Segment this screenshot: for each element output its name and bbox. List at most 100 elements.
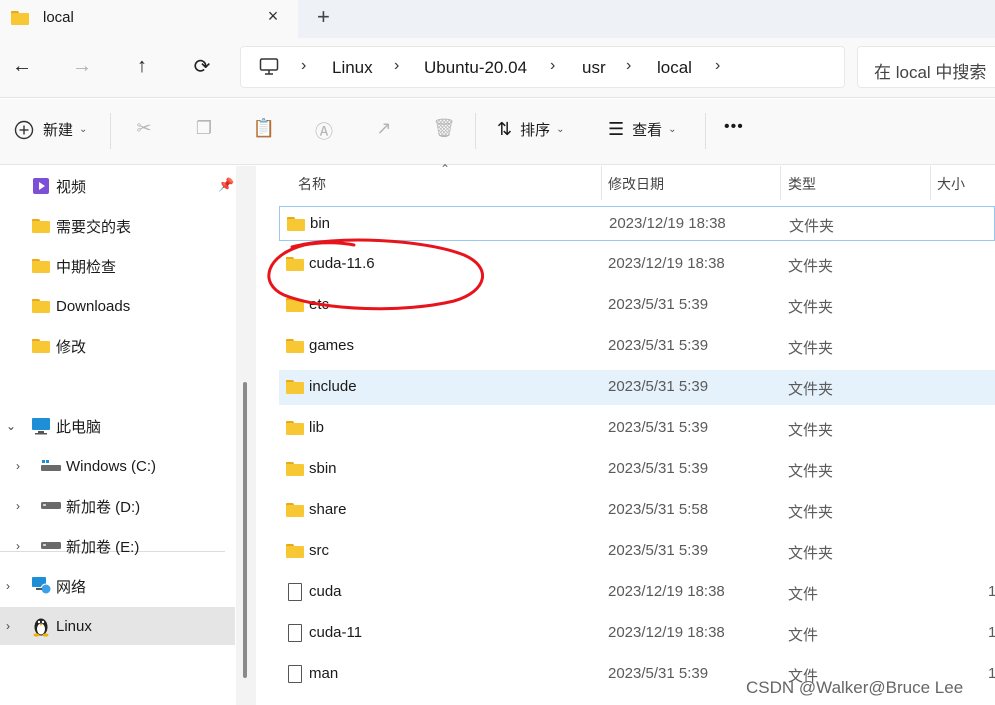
sidebar-item-network[interactable]: › 网络 <box>0 567 235 605</box>
view-icon: ☰ <box>608 119 625 139</box>
navigation-bar: ← → ↑ ⟳ › Linux › Ubuntu-20.04 › usr › l… <box>0 38 995 98</box>
column-header-type[interactable]: 类型 <box>788 174 816 208</box>
file-modified: 2023/12/19 18:38 <box>609 215 726 232</box>
more-options-icon[interactable]: ••• <box>724 118 744 136</box>
file-type: 文件 <box>788 586 819 603</box>
close-icon[interactable]: × <box>264 6 282 27</box>
paste-icon[interactable]: 📋 <box>252 118 276 142</box>
file-type: 文件夹 <box>788 463 834 480</box>
sidebar-item-drive-c[interactable]: › Windows (C:) <box>0 447 235 485</box>
file-modified: 2023/5/31 5:39 <box>608 419 709 436</box>
watermark: CSDN @Walker@Bruce Lee <box>746 678 964 697</box>
breadcrumb-ubuntu[interactable]: Ubuntu-20.04 <box>424 58 527 78</box>
file-type: 文件夹 <box>788 504 834 521</box>
column-divider[interactable] <box>780 166 781 200</box>
chevron-right-icon[interactable]: › <box>16 499 20 513</box>
file-row[interactable]: games 2023/5/31 5:39 文件夹 <box>279 329 995 364</box>
sort-button-label: 排序 <box>520 122 551 139</box>
column-header-size[interactable]: 大小 <box>937 174 965 208</box>
search-input[interactable]: 在 local 中搜索 <box>857 46 995 88</box>
file-modified: 2023/12/19 18:38 <box>608 624 725 641</box>
divider <box>705 113 706 149</box>
video-folder-icon <box>33 178 49 194</box>
computer-icon <box>32 418 50 435</box>
drive-icon <box>41 502 61 509</box>
refresh-icon[interactable]: ⟳ <box>190 54 214 78</box>
drive-icon <box>41 460 61 471</box>
chevron-right-icon[interactable]: › <box>6 619 10 633</box>
file-row[interactable]: include 2023/5/31 5:39 文件夹 <box>279 370 995 405</box>
folder-icon <box>286 339 304 353</box>
view-button[interactable]: ☰ 查看 ⌄ <box>608 119 677 140</box>
sidebar-item-label: 新加卷 (D:) <box>66 498 141 516</box>
new-tab-icon[interactable]: + <box>317 4 330 30</box>
file-name: games <box>309 337 355 354</box>
file-modified: 2023/12/19 18:38 <box>608 255 725 272</box>
file-row[interactable]: cuda-11 2023/12/19 18:38 文件 1 <box>279 616 995 651</box>
new-button[interactable]: 新建 ⌄ <box>14 119 87 140</box>
file-modified: 2023/5/31 5:58 <box>608 501 709 518</box>
column-divider[interactable] <box>930 166 931 200</box>
column-header-name[interactable]: 名称 <box>298 174 326 208</box>
file-modified: 2023/5/31 5:39 <box>608 665 709 682</box>
file-type: 文件夹 <box>788 422 834 439</box>
folder-icon <box>286 503 304 517</box>
file-icon <box>288 624 302 642</box>
chevron-right-icon[interactable]: › <box>16 459 20 473</box>
file-type: 文件夹 <box>788 545 834 562</box>
file-row[interactable]: sbin 2023/5/31 5:39 文件夹 <box>279 452 995 487</box>
command-bar: 新建 ⌄ ✂ ❐ 📋 Ⓐ ↗ 🗑 ⇅ 排序 ⌄ ☰ 查看 ⌄ ••• <box>0 99 995 165</box>
column-divider[interactable] <box>601 166 602 200</box>
chevron-right-icon: › <box>550 57 556 74</box>
file-icon <box>288 583 302 601</box>
pin-icon[interactable]: 📌 <box>218 177 234 193</box>
sidebar-scrollbar[interactable] <box>243 382 247 678</box>
tab-local[interactable]: local × <box>0 0 298 38</box>
sidebar-item-label: 中期检查 <box>56 258 117 276</box>
file-modified: 2023/5/31 5:39 <box>608 460 709 477</box>
sidebar-item-forms[interactable]: 需要交的表 <box>0 207 235 245</box>
copy-icon[interactable]: ❐ <box>192 118 216 142</box>
sidebar-item-linux[interactable]: › Linux <box>0 607 235 645</box>
chevron-down-icon[interactable]: ⌄ <box>6 419 16 433</box>
sidebar-item-downloads[interactable]: Downloads <box>0 287 235 325</box>
up-icon[interactable]: ↑ <box>130 54 154 78</box>
chevron-down-icon: ⌄ <box>79 124 88 135</box>
network-icon <box>32 577 52 595</box>
file-name: share <box>309 501 347 518</box>
sidebar-item-drive-d[interactable]: › 新加卷 (D:) <box>0 487 235 525</box>
sidebar-item-label: 此电脑 <box>56 418 102 436</box>
folder-icon <box>286 544 304 558</box>
share-icon[interactable]: ↗ <box>372 118 396 142</box>
breadcrumb-usr[interactable]: usr <box>582 58 606 78</box>
delete-icon[interactable]: 🗑 <box>432 118 456 142</box>
file-name: man <box>309 665 339 682</box>
sidebar-item-drive-e[interactable]: › 新加卷 (E:) <box>0 527 235 565</box>
sidebar-item-label: Linux <box>56 617 92 635</box>
file-row[interactable]: share 2023/5/31 5:58 文件夹 <box>279 493 995 528</box>
sort-icon: ⇅ <box>497 119 513 139</box>
file-name: lib <box>309 419 325 436</box>
chevron-right-icon[interactable]: › <box>16 539 20 553</box>
sidebar-item-label: 需要交的表 <box>56 218 132 236</box>
rename-icon[interactable]: Ⓐ <box>312 118 336 142</box>
sort-button[interactable]: ⇅ 排序 ⌄ <box>497 119 565 140</box>
cut-icon[interactable]: ✂ <box>132 118 156 142</box>
breadcrumb-local[interactable]: local <box>657 58 692 78</box>
chevron-right-icon[interactable]: › <box>6 579 10 593</box>
file-row[interactable]: cuda 2023/12/19 18:38 文件 1 <box>279 575 995 610</box>
file-modified: 2023/5/31 5:39 <box>608 296 709 313</box>
address-bar[interactable]: › Linux › Ubuntu-20.04 › usr › local › <box>240 46 845 88</box>
file-icon <box>288 665 302 683</box>
column-header-modified[interactable]: 修改日期 <box>608 174 664 208</box>
back-icon[interactable]: ← <box>10 54 34 78</box>
sidebar-item-video[interactable]: 视频 📌 <box>0 167 235 205</box>
file-row[interactable]: src 2023/5/31 5:39 文件夹 <box>279 534 995 569</box>
sidebar-item-this-pc[interactable]: ⌄ 此电脑 <box>0 407 235 445</box>
divider <box>475 113 476 149</box>
sidebar-item-midterm[interactable]: 中期检查 <box>0 247 235 285</box>
breadcrumb-linux[interactable]: Linux <box>332 58 373 78</box>
file-row[interactable]: lib 2023/5/31 5:39 文件夹 <box>279 411 995 446</box>
sidebar-item-edit[interactable]: 修改 <box>0 327 235 365</box>
forward-icon[interactable]: → <box>70 54 94 78</box>
